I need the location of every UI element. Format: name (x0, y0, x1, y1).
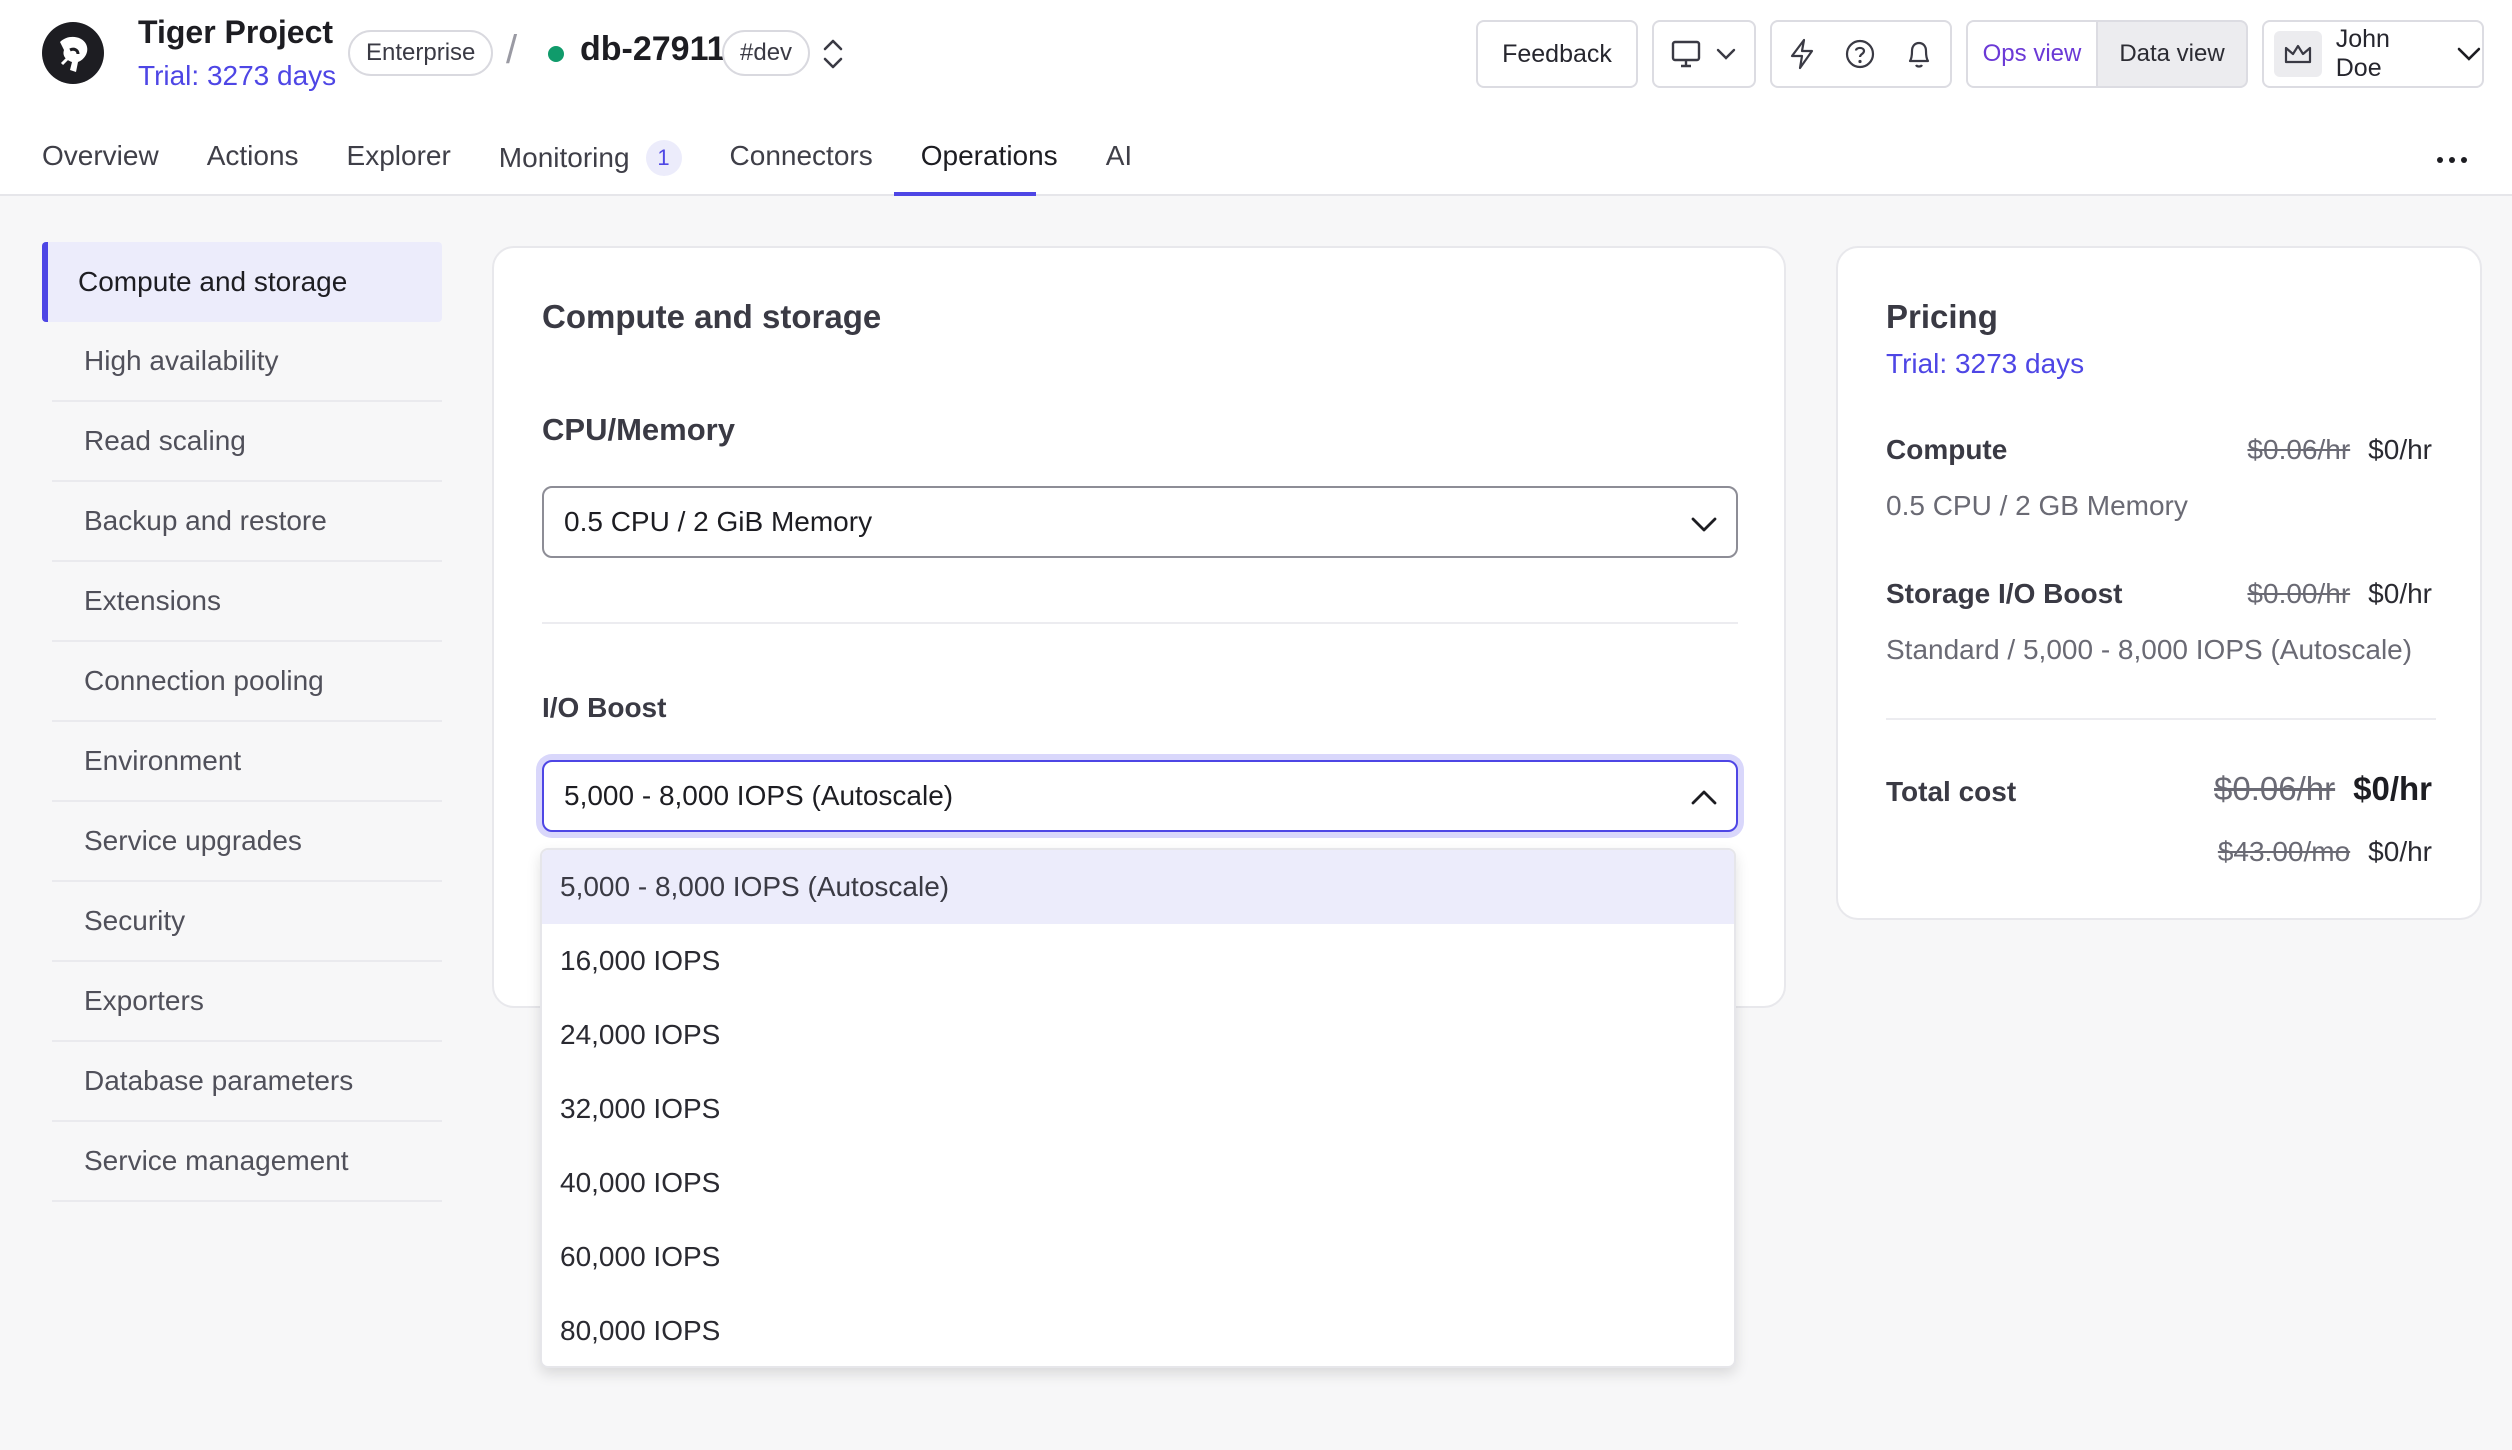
total-cost-label: Total cost (1886, 776, 2017, 807)
sidebar-item-extensions[interactable]: Extensions (52, 562, 442, 642)
pricing-title: Pricing (1886, 298, 1998, 335)
storage-price: $0.00/hr $0/hr (2247, 578, 2432, 610)
io-boost-label: I/O Boost (542, 692, 667, 723)
sidebar-item-service-upgrades[interactable]: Service upgrades (52, 802, 442, 882)
dropdown-option[interactable]: 60,000 IOPS (542, 1220, 1734, 1294)
compute-label: Compute (1886, 434, 2008, 465)
io-boost-dropdown: 5,000 - 8,000 IOPS (Autoscale) 16,000 IO… (540, 848, 1736, 1368)
dropdown-option[interactable]: 80,000 IOPS (542, 1294, 1734, 1366)
monitoring-count-badge: 1 (645, 140, 682, 176)
breadcrumb-separator: / (506, 28, 518, 72)
sidebar-item-database-parameters[interactable]: Database parameters (52, 1042, 442, 1122)
pricing-trial[interactable]: Trial: 3273 days (1886, 348, 2084, 380)
question-circle-icon[interactable] (1844, 38, 1876, 70)
sidebar-item-security[interactable]: Security (52, 882, 442, 962)
trial-days[interactable]: Trial: 3273 days (138, 60, 336, 92)
tab-operations[interactable]: Operations (921, 140, 1058, 196)
bell-icon[interactable] (1904, 38, 1934, 70)
pricing-divider (1886, 718, 2436, 720)
cpu-memory-select[interactable]: 0.5 CPU / 2 GiB Memory (542, 486, 1738, 558)
more-horizontal-icon[interactable] (2432, 144, 2472, 176)
tab-actions[interactable]: Actions (207, 140, 299, 196)
storage-old-price: $0.00/hr (2247, 578, 2351, 609)
avatar (2274, 31, 2322, 77)
storage-label: Storage I/O Boost (1886, 578, 2123, 609)
active-tab-indicator (894, 192, 1036, 196)
sidebar-item-read-scaling[interactable]: Read scaling (52, 402, 442, 482)
chevron-up-icon (1691, 790, 1717, 805)
feedback-button[interactable]: Feedback (1476, 20, 1638, 88)
compute-new-price: $0/hr (2368, 434, 2432, 465)
storage-description: Standard / 5,000 - 8,000 IOPS (Autoscale… (1886, 634, 2413, 665)
sidebar-item-compute-and-storage[interactable]: Compute and storage (42, 242, 442, 322)
sidebar-item-high-availability[interactable]: High availability (52, 322, 442, 402)
operations-sidebar: Compute and storage High availability Re… (42, 242, 442, 1202)
env-tag: #dev (722, 30, 811, 76)
storage-new-price: $0/hr (2368, 578, 2432, 609)
tab-overview[interactable]: Overview (42, 140, 159, 196)
main-tabs: Overview Actions Explorer Monitoring 1 Co… (42, 140, 1180, 196)
total-monthly-price: $43.00/mo $0/hr (2218, 836, 2432, 868)
total-old-monthly: $43.00/mo (2217, 836, 2351, 867)
ops-view-option[interactable]: Ops view (1968, 22, 2098, 86)
total-old-hourly: $0.06/hr (2214, 770, 2336, 807)
sidebar-item-backup-and-restore[interactable]: Backup and restore (52, 482, 442, 562)
data-view-option[interactable]: Data view (2098, 22, 2246, 86)
monitor-icon (1671, 40, 1701, 68)
tab-ai[interactable]: AI (1106, 140, 1132, 196)
total-hourly-price: $0.06/hr $0/hr (2214, 770, 2432, 808)
user-name: John Doe (2335, 25, 2390, 82)
lightning-icon[interactable] (1788, 38, 1816, 70)
dropdown-option[interactable]: 32,000 IOPS (542, 1072, 1734, 1146)
chevron-down-icon (1691, 517, 1717, 532)
section-divider (542, 622, 1738, 624)
sidebar-item-connection-pooling[interactable]: Connection pooling (52, 642, 442, 722)
compute-description: 0.5 CPU / 2 GB Memory (1886, 490, 2188, 521)
dropdown-option[interactable]: 5,000 - 8,000 IOPS (Autoscale) (542, 850, 1734, 924)
chevron-down-icon (2457, 47, 2481, 61)
tab-monitoring[interactable]: Monitoring 1 (499, 140, 682, 196)
tab-explorer[interactable]: Explorer (347, 140, 451, 196)
chevron-down-icon (1716, 48, 1736, 60)
crown-icon (2284, 44, 2311, 64)
total-new-monthly: $0/hr (2368, 836, 2432, 867)
plan-badge: Enterprise (348, 30, 494, 76)
pricing-card: Pricing Trial: 3273 days Compute $0.06/h… (1836, 246, 2482, 920)
io-boost-select[interactable]: 5,000 - 8,000 IOPS (Autoscale) (542, 760, 1738, 832)
chevron-up-down-icon[interactable] (818, 36, 848, 72)
total-new-hourly: $0/hr (2353, 770, 2432, 807)
tools-button-group (1770, 20, 1952, 88)
compute-old-price: $0.06/hr (2247, 434, 2351, 465)
cpu-memory-value: 0.5 CPU / 2 GiB Memory (564, 506, 873, 537)
user-menu-button[interactable]: John Doe (2262, 20, 2484, 88)
cpu-memory-label: CPU/Memory (542, 412, 735, 447)
io-boost-value: 5,000 - 8,000 IOPS (Autoscale) (564, 780, 954, 811)
tiger-logo-icon[interactable] (40, 20, 106, 86)
section-title: Compute and storage (542, 298, 882, 335)
dropdown-option[interactable]: 40,000 IOPS (542, 1146, 1734, 1220)
dropdown-option[interactable]: 16,000 IOPS (542, 924, 1734, 998)
sidebar-item-environment[interactable]: Environment (52, 722, 442, 802)
service-name[interactable]: db-27911 (580, 30, 726, 69)
compute-price: $0.06/hr $0/hr (2247, 434, 2432, 466)
view-toggle: Ops view Data view (1966, 20, 2248, 88)
sidebar-item-service-management[interactable]: Service management (52, 1122, 442, 1202)
top-header: Tiger Project Trial: 3273 days Enterpris… (0, 0, 2512, 196)
project-name: Tiger Project (138, 14, 334, 50)
service-status-dot (548, 46, 564, 62)
display-menu-button[interactable] (1652, 20, 1756, 88)
tab-connectors[interactable]: Connectors (730, 140, 873, 196)
sidebar-item-exporters[interactable]: Exporters (52, 962, 442, 1042)
dropdown-option[interactable]: 24,000 IOPS (542, 998, 1734, 1072)
